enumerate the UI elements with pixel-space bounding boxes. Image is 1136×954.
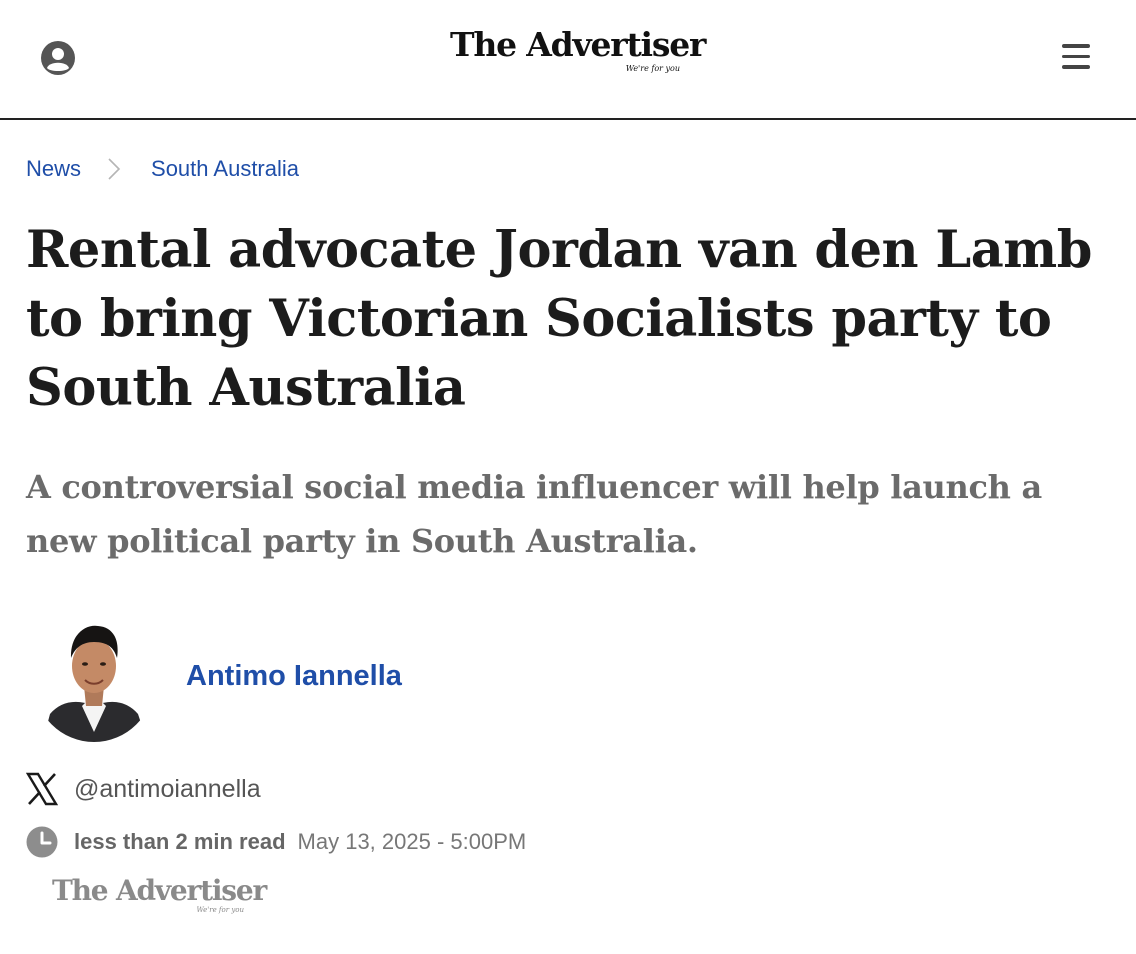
clock-icon — [26, 826, 58, 858]
breadcrumb-south-australia[interactable]: South Australia — [151, 156, 299, 182]
read-time: less than 2 min read — [74, 829, 286, 854]
site-header: The Advertiser We're for you — [0, 0, 1136, 120]
hamburger-menu-icon-bar — [1062, 65, 1090, 69]
source-logo-tagline: We're for you — [196, 906, 244, 914]
source-logo: The Advertiser We're for you — [52, 874, 267, 914]
article-standfirst: A controversial social media influencer … — [26, 468, 1042, 560]
article-meta: less than 2 min read May 13, 2025 - 5:00… — [26, 826, 526, 858]
author-x-link[interactable]: @antimoiannella — [26, 772, 261, 806]
author-name-link[interactable]: Antimo Iannella — [186, 660, 402, 693]
logo-tagline: We're for you — [625, 64, 680, 73]
site-logo[interactable]: The Advertiser We're for you — [450, 25, 706, 74]
author-photo-image — [40, 622, 148, 742]
hamburger-menu-icon-bar — [1062, 54, 1090, 58]
author-x-handle: @antimoiannella — [74, 774, 261, 803]
account-button[interactable] — [40, 40, 76, 76]
author-photo[interactable] — [40, 614, 148, 744]
chevron-right-icon — [108, 158, 121, 180]
breadcrumb-news[interactable]: News — [26, 156, 81, 182]
x-logo-icon — [26, 772, 58, 806]
article-headline: Rental advocate Jordan van den Lamb to b… — [26, 220, 1092, 418]
account-circle-icon — [41, 41, 75, 75]
breadcrumb: News South Australia — [26, 156, 299, 182]
logo-wordmark: The Advertiser — [450, 25, 706, 64]
publish-date: May 13, 2025 - 5:00PM — [297, 829, 527, 854]
source-logo-wordmark: The Advertiser — [52, 874, 267, 907]
hamburger-menu-icon — [1062, 44, 1090, 48]
menu-button[interactable] — [1062, 44, 1092, 72]
